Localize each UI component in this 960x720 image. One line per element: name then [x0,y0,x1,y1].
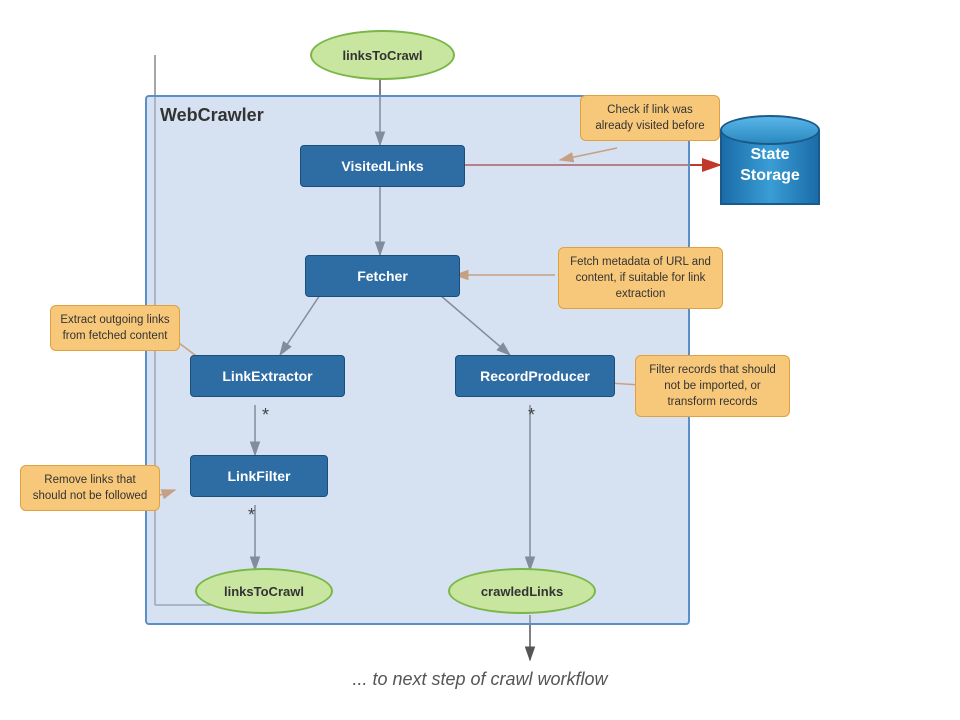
visited-links-node: VisitedLinks [300,145,465,187]
asterisk-1: * [262,405,269,426]
annotation-fetch-metadata: Fetch metadata of URL and content, if su… [558,247,723,309]
webcrawler-label: WebCrawler [160,105,264,126]
links-to-crawl-top-oval: linksToCrawl [310,30,455,80]
annotation-filter-records: Filter records that should not be import… [635,355,790,417]
link-filter-node: LinkFilter [190,455,328,497]
annotation-extract-links: Extract outgoing links from fetched cont… [50,305,180,351]
asterisk-3: * [528,405,535,426]
annotation-remove-links: Remove links that should not be followed [20,465,160,511]
record-producer-node: RecordProducer [455,355,615,397]
diagram-container: WebCrawler linksToCrawl VisitedLinks Fet… [0,0,960,720]
state-storage-cylinder: StateStorage [720,115,825,220]
link-extractor-node: LinkExtractor [190,355,345,397]
bottom-text: ... to next step of crawl workflow [0,669,960,690]
crawled-links-oval: crawledLinks [448,568,596,614]
links-to-crawl-bottom-oval: linksToCrawl [195,568,333,614]
fetcher-node: Fetcher [305,255,460,297]
asterisk-2: * [248,505,255,526]
state-storage-label: StateStorage [720,145,820,187]
annotation-check-link: Check if link was already visited before [580,95,720,141]
